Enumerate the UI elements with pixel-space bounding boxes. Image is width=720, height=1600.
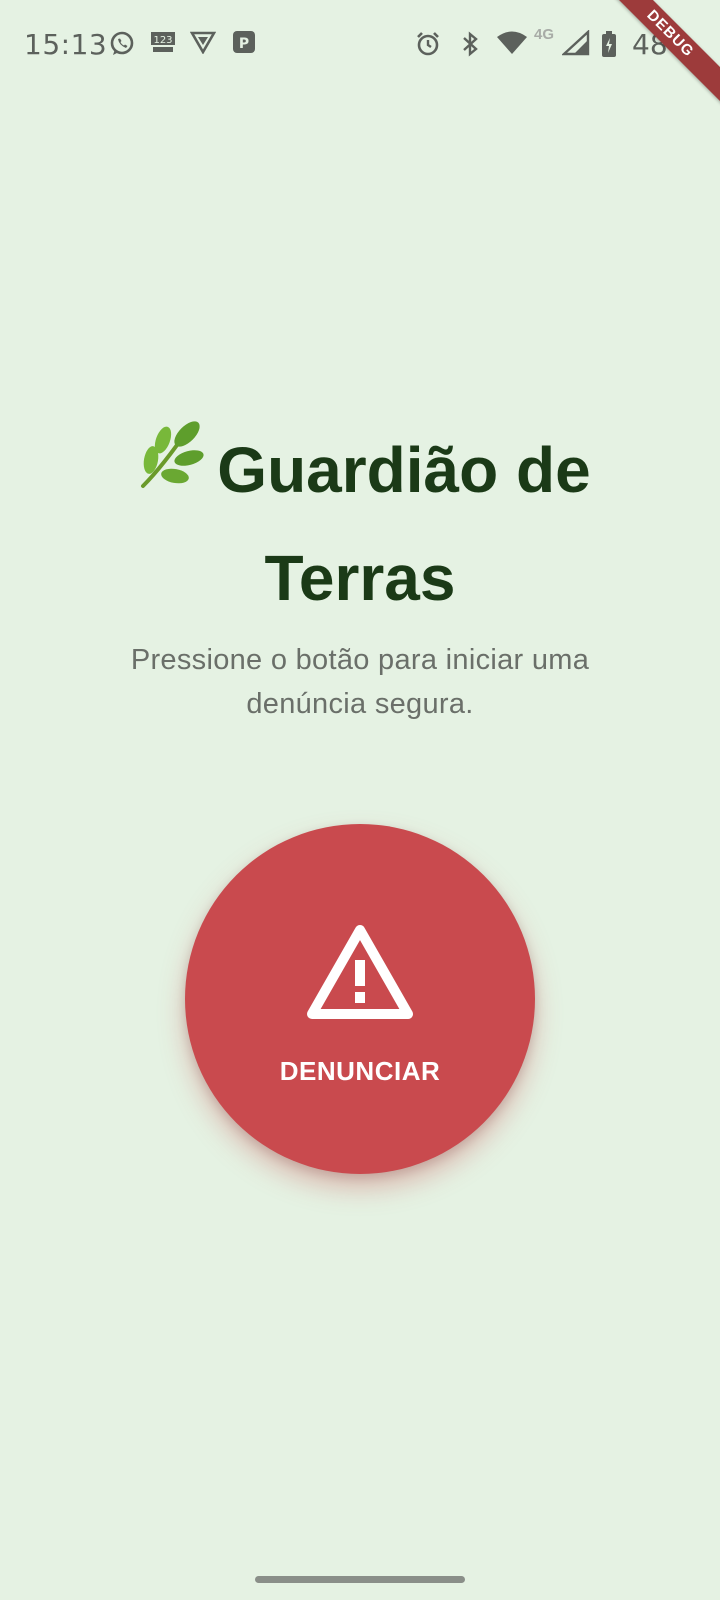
- battery-charging-icon: [600, 30, 618, 63]
- page-title: Guardião de Terras: [60, 420, 660, 628]
- bluetooth-icon: [458, 30, 482, 63]
- svg-text:P: P: [239, 36, 249, 52]
- whatsapp-icon: [108, 30, 136, 63]
- network-type-label: 4G: [534, 26, 555, 43]
- days-counter-icon: 123: [150, 30, 176, 59]
- parking-app-icon: P: [232, 30, 256, 59]
- vpn-shield-icon: [189, 30, 217, 59]
- report-button[interactable]: DENUNCIAR: [185, 824, 535, 1174]
- herb-icon: [129, 416, 207, 522]
- home-indicator[interactable]: [255, 1576, 465, 1583]
- wifi-icon: [496, 30, 528, 61]
- app-title-text: Guardião de Terras: [217, 434, 591, 615]
- svg-text:123: 123: [153, 35, 172, 46]
- subtitle: Pressione o botão para iniciar uma denún…: [130, 644, 590, 720]
- status-bar: 15:13 123 P 4G 48: [0, 0, 720, 90]
- report-button-label: DENUNCIAR: [279, 1056, 441, 1086]
- alarm-icon: [414, 30, 442, 63]
- signal-icon: [560, 29, 590, 61]
- status-time: 15:13: [24, 28, 108, 61]
- warning-icon: [304, 922, 416, 1029]
